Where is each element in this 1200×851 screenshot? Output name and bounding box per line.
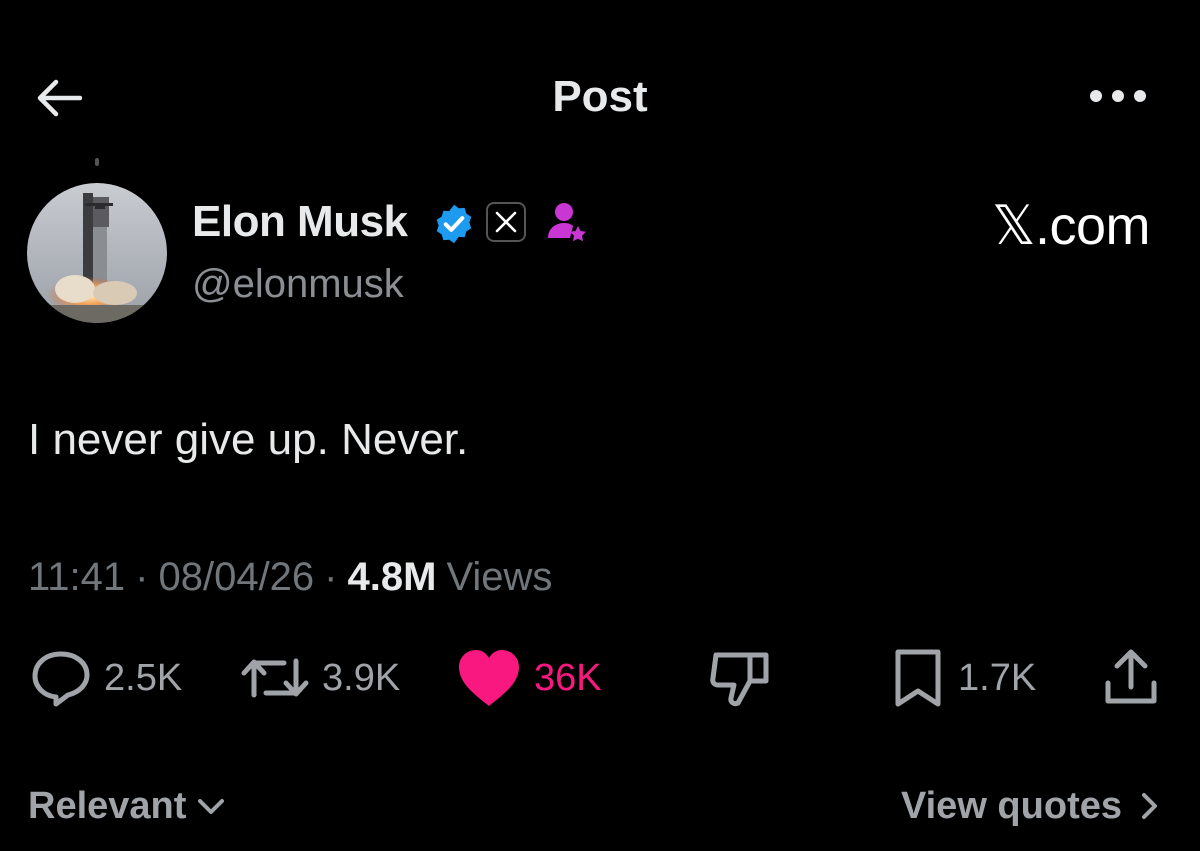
reply-count: 2.5K <box>104 657 183 699</box>
verified-icon[interactable] <box>432 202 476 246</box>
rocket-launch-avatar <box>27 183 167 323</box>
bookmark-icon <box>895 649 941 707</box>
reply-icon <box>32 651 90 707</box>
sort-replies-button[interactable]: Relevant <box>28 780 228 832</box>
chevron-down-icon <box>198 799 225 814</box>
post-time: 11:41 <box>28 555 126 599</box>
views-count[interactable]: 4.8M <box>348 555 437 599</box>
quotes-label: View quotes <box>900 784 1122 827</box>
thumbs-down-icon <box>710 652 769 707</box>
repost-count: 3.9K <box>322 657 401 699</box>
repost-button[interactable]: 3.9K <box>240 648 400 708</box>
bookmark-button[interactable]: 1.7K <box>890 648 1036 708</box>
repost-icon <box>241 658 309 698</box>
post-date: 08/04/26 <box>158 555 315 599</box>
bookmark-count: 1.7K <box>958 657 1037 699</box>
post-meta: 11:41 · 08/04/26 · 4.8M Views <box>28 552 552 602</box>
author-name[interactable]: Elon Musk <box>192 196 408 248</box>
view-quotes-button[interactable]: View quotes <box>901 780 1164 832</box>
author-handle[interactable]: @elonmusk <box>192 260 404 308</box>
meta-separator: · <box>135 555 149 599</box>
reply-button[interactable]: 2.5K <box>30 648 182 708</box>
heart-filled-icon <box>459 650 519 706</box>
page-title: Post <box>552 72 648 121</box>
thread-connector <box>95 158 99 166</box>
brand-label: 𝕏.com <box>991 196 1151 256</box>
more-horizontal-icon <box>1090 90 1146 102</box>
share-button[interactable] <box>1100 648 1162 708</box>
subscriber-icon[interactable] <box>544 200 590 246</box>
avatar[interactable] <box>27 183 167 323</box>
views-label[interactable]: Views <box>446 555 552 599</box>
dislike-button[interactable] <box>708 648 772 708</box>
x-affiliate-icon[interactable] <box>486 202 526 242</box>
like-count: 36K <box>534 657 602 699</box>
like-button[interactable]: 36K <box>456 648 602 708</box>
sort-label: Relevant <box>28 784 187 827</box>
post-text: I never give up. Never. <box>28 415 469 464</box>
more-options-button[interactable] <box>1078 76 1158 116</box>
chevron-right-icon <box>1142 793 1157 819</box>
meta-separator: · <box>324 555 338 599</box>
share-icon <box>1105 649 1157 704</box>
